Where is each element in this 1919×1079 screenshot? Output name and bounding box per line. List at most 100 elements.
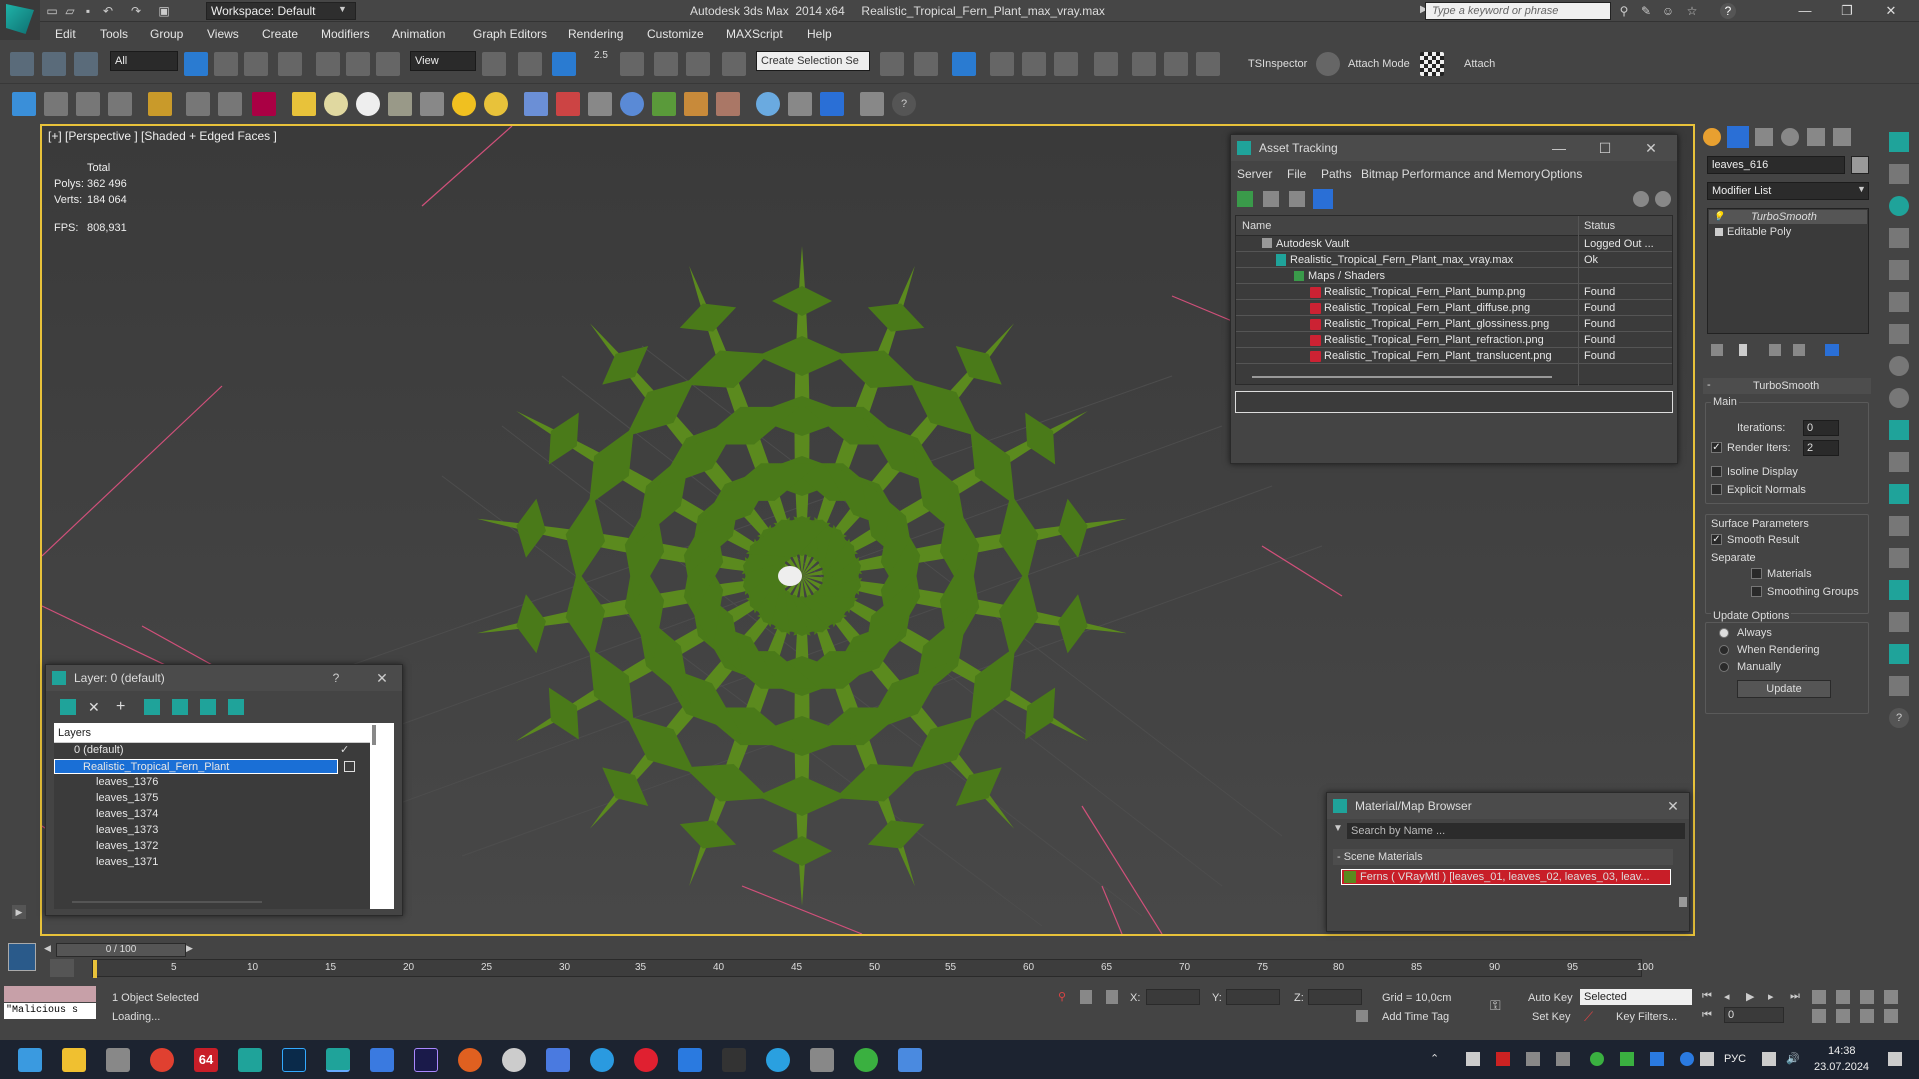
notification-icon[interactable] (1888, 1052, 1902, 1066)
curve-editor-icon[interactable] (1022, 52, 1046, 76)
key-filters-button[interactable]: Key Filters... (1616, 1011, 1677, 1023)
tree-icon[interactable] (1889, 644, 1909, 664)
expand-icon[interactable] (1715, 228, 1723, 236)
orbit-icon[interactable] (1889, 356, 1909, 376)
menu-file[interactable]: File (1287, 167, 1306, 181)
scene-explorer-icon[interactable] (1889, 164, 1909, 184)
show-end-result-icon[interactable] (1739, 344, 1747, 356)
menu-bitmap-performance[interactable]: Bitmap Performance and Memory (1361, 167, 1540, 181)
star-icon[interactable]: ☆ (1684, 3, 1700, 19)
network-icon[interactable] (1762, 1052, 1776, 1066)
track-bar[interactable]: 5 10 15 20 25 30 35 40 45 50 55 60 65 70… (92, 959, 1654, 978)
stack-item-turbosmooth[interactable]: 💡 TurboSmooth (1709, 210, 1867, 224)
render-iters-checkbox[interactable]: ✓ (1711, 442, 1722, 453)
rendered-frame-window-icon[interactable] (1164, 52, 1188, 76)
chevron-down-icon[interactable]: ▼ (1333, 823, 1343, 834)
vray-ies-icon[interactable] (484, 92, 508, 116)
help-icon[interactable]: ? (1889, 708, 1909, 728)
light-icon[interactable] (1889, 196, 1909, 216)
zoom-icon[interactable] (1889, 388, 1909, 408)
vray-frame-buffer-icon[interactable] (252, 92, 276, 116)
refresh-icon[interactable] (1237, 191, 1253, 207)
select-in-layer-icon[interactable] (144, 699, 160, 715)
after-effects-icon[interactable] (414, 1048, 438, 1072)
set-key-button[interactable]: Set Key (1532, 1011, 1571, 1023)
select-by-name-icon[interactable] (214, 52, 238, 76)
teapot-icon[interactable] (12, 92, 36, 116)
vray-plane-icon[interactable] (292, 92, 316, 116)
highlight-layer-icon[interactable] (172, 699, 188, 715)
render-production-icon[interactable] (1196, 52, 1220, 76)
maximize-viewport-icon[interactable] (1884, 1009, 1898, 1023)
redo-icon[interactable]: ↷ (128, 3, 144, 19)
materials-checkbox[interactable] (1751, 568, 1762, 579)
edit-named-selection-icon[interactable] (722, 52, 746, 76)
maximize-toggle-icon[interactable] (1884, 990, 1898, 1004)
object-color-swatch[interactable] (1851, 156, 1869, 174)
menu-animation[interactable]: Animation (392, 27, 445, 41)
gear-icon[interactable] (1316, 52, 1340, 76)
material-item-ferns[interactable]: Ferns ( VRayMtl ) [leaves_01, leaves_02,… (1341, 869, 1671, 885)
asset-row[interactable]: Autodesk Vault Logged Out ... (1236, 237, 1672, 252)
motion-tab-icon[interactable] (1781, 128, 1799, 146)
reference-coord-dropdown[interactable]: View (410, 51, 476, 71)
expand-arrow-icon[interactable]: ▶ (12, 905, 26, 919)
lock-selection-icon[interactable] (1080, 990, 1092, 1004)
clock-date[interactable]: 23.07.2024 (1814, 1061, 1869, 1073)
chrome-icon[interactable] (150, 1048, 174, 1072)
systems-icon[interactable] (1889, 324, 1909, 344)
asset-row[interactable]: Realistic_Tropical_Fern_Plant_bump.png F… (1236, 285, 1672, 300)
layer-row[interactable]: leaves_1373 (54, 823, 314, 838)
asset-row[interactable]: Realistic_Tropical_Fern_Plant_glossiness… (1236, 317, 1672, 332)
schematic-view-icon[interactable] (1054, 52, 1078, 76)
fov-icon[interactable] (1889, 484, 1909, 504)
settings-icon[interactable] (106, 1048, 130, 1072)
select-manipulate-icon[interactable] (518, 52, 542, 76)
cloth-icon[interactable] (716, 92, 740, 116)
col-name[interactable]: Name (1242, 220, 1271, 232)
mirror-icon[interactable] (880, 52, 904, 76)
globe-icon[interactable] (756, 92, 780, 116)
search-input[interactable]: Type a keyword or phrase (1425, 2, 1611, 20)
tray-icon[interactable] (1466, 1052, 1480, 1066)
material-editor-icon[interactable] (1094, 52, 1118, 76)
menu-server[interactable]: Server (1237, 167, 1272, 181)
percent-snap-icon[interactable] (654, 52, 678, 76)
nav-cube-icon[interactable] (1889, 580, 1909, 600)
chevron-up-icon[interactable]: ⌃ (1430, 1052, 1439, 1065)
bluetooth-icon[interactable] (1680, 1052, 1694, 1066)
volume-icon[interactable]: 🔊 (1786, 1052, 1800, 1066)
environment-icon[interactable] (788, 92, 812, 116)
vray-sphere-icon[interactable] (356, 92, 380, 116)
time-slider-right[interactable]: ▶ (186, 943, 196, 957)
key-filter-icon[interactable]: ⟋ (1584, 1009, 1598, 1024)
layer-row-selected[interactable]: Realistic_Tropical_Fern_Plant (54, 759, 338, 774)
keyboard-shortcut-icon[interactable] (552, 52, 576, 76)
menu-help[interactable]: Help (807, 27, 832, 41)
hair-icon[interactable] (684, 92, 708, 116)
always-radio[interactable] (1719, 628, 1729, 638)
scale-icon[interactable] (376, 52, 400, 76)
when-rendering-radio[interactable] (1719, 645, 1729, 655)
object-name-field[interactable]: leaves_616 (1707, 156, 1845, 174)
vray-fur-icon[interactable] (218, 92, 242, 116)
viewport-label[interactable]: [+] [Perspective ] [Shaded + Edged Faces… (48, 129, 277, 143)
railclone-icon[interactable] (588, 92, 612, 116)
app-64-icon[interactable]: 64 (194, 1048, 218, 1072)
project-folder-icon[interactable]: ▣ (156, 3, 172, 19)
save-app-icon[interactable] (546, 1048, 570, 1072)
tray-icon[interactable] (1590, 1052, 1604, 1066)
layer-row[interactable]: 0 (default) ✓ (54, 743, 350, 758)
checker-icon[interactable] (1420, 52, 1444, 76)
help-circle-icon[interactable]: ? (892, 92, 916, 116)
add-to-layer-icon[interactable]: + (116, 699, 132, 715)
material-search-input[interactable]: Search by Name ... (1347, 823, 1685, 839)
tree-view-icon[interactable] (1289, 191, 1305, 207)
horizontal-scrollbar[interactable] (1252, 376, 1552, 378)
pin-stack-icon[interactable] (1711, 344, 1723, 356)
link-icon[interactable] (10, 52, 34, 76)
tray-icon[interactable] (1700, 1052, 1714, 1066)
edge-icon[interactable] (590, 1048, 614, 1072)
checkmark-icon[interactable]: ✓ (340, 743, 349, 756)
notepad-icon[interactable] (370, 1048, 394, 1072)
